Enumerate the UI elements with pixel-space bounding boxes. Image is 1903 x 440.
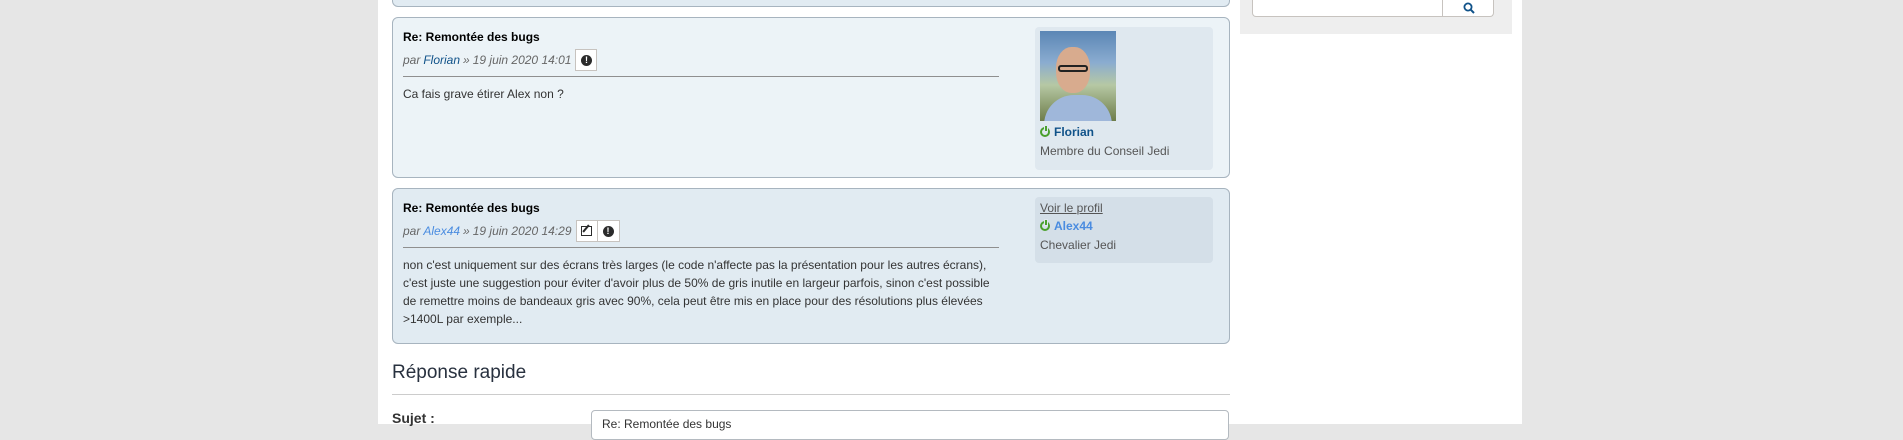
search-input[interactable]: [1253, 0, 1438, 16]
sidebar: [1240, 0, 1512, 34]
by-label: par: [403, 224, 421, 238]
profile-username[interactable]: Alex44: [1054, 219, 1093, 233]
profile-name-row: Alex44: [1040, 219, 1208, 233]
search-icon: [1463, 2, 1475, 14]
profile-rank: Membre du Conseil Jedi: [1040, 144, 1170, 158]
post-author-line: par Florian » 19 juin 2020 14:01 !: [403, 49, 999, 71]
search-box: [1252, 0, 1494, 17]
post-buttons: !: [575, 220, 620, 242]
post-divider: [403, 76, 999, 77]
online-icon: [1040, 219, 1050, 231]
post-profile: Voir le profil Alex44 Chevalier Jedi: [1035, 197, 1213, 263]
post: Re: Remontée des bugs par Florian » 19 j…: [392, 17, 1230, 178]
subject-input[interactable]: Re: Remontée des bugs: [591, 410, 1229, 440]
report-icon: !: [580, 54, 592, 66]
separator: »: [463, 224, 470, 238]
by-label: par: [403, 53, 421, 67]
post-date: 19 juin 2020 14:29: [472, 224, 572, 238]
avatar[interactable]: [1040, 31, 1116, 121]
report-button[interactable]: !: [597, 220, 620, 242]
edit-button[interactable]: [575, 220, 598, 242]
post-date: 19 juin 2020 14:01: [472, 53, 572, 67]
edit-icon: [581, 226, 592, 236]
profile-name-row: Florian: [1040, 125, 1208, 139]
report-button[interactable]: !: [575, 49, 598, 71]
post-content: Ca fais grave étirer Alex non ?: [403, 87, 564, 101]
report-icon: !: [602, 225, 614, 237]
post-author-line: par Alex44 » 19 juin 2020 14:29 !: [403, 220, 999, 242]
post-author[interactable]: Alex44: [423, 224, 460, 238]
post-title[interactable]: Re: Remontée des bugs: [403, 201, 999, 215]
view-profile-link[interactable]: Voir le profil: [1040, 201, 1208, 215]
post-profile: Florian Membre du Conseil Jedi: [1035, 27, 1213, 170]
post-author[interactable]: Florian: [423, 53, 460, 67]
post: Re: Remontée des bugs par Alex44 » 19 ju…: [392, 188, 1230, 344]
post-content: non c'est uniquement sur des écrans très…: [403, 258, 990, 326]
quick-reply-divider: [392, 394, 1230, 395]
profile-username[interactable]: Florian: [1054, 125, 1094, 139]
search-button[interactable]: [1442, 0, 1494, 17]
post-body: Re: Remontée des bugs par Florian » 19 j…: [403, 30, 999, 103]
online-icon: [1040, 125, 1050, 137]
previous-post-edge: [392, 0, 1230, 7]
post-divider: [403, 247, 999, 248]
quick-reply-title: Réponse rapide: [392, 362, 527, 383]
post-buttons: !: [575, 49, 598, 71]
separator: »: [463, 53, 470, 67]
profile-rank: Chevalier Jedi: [1040, 238, 1117, 252]
post-title[interactable]: Re: Remontée des bugs: [403, 30, 999, 44]
post-body: Re: Remontée des bugs par Alex44 » 19 ju…: [403, 201, 999, 328]
